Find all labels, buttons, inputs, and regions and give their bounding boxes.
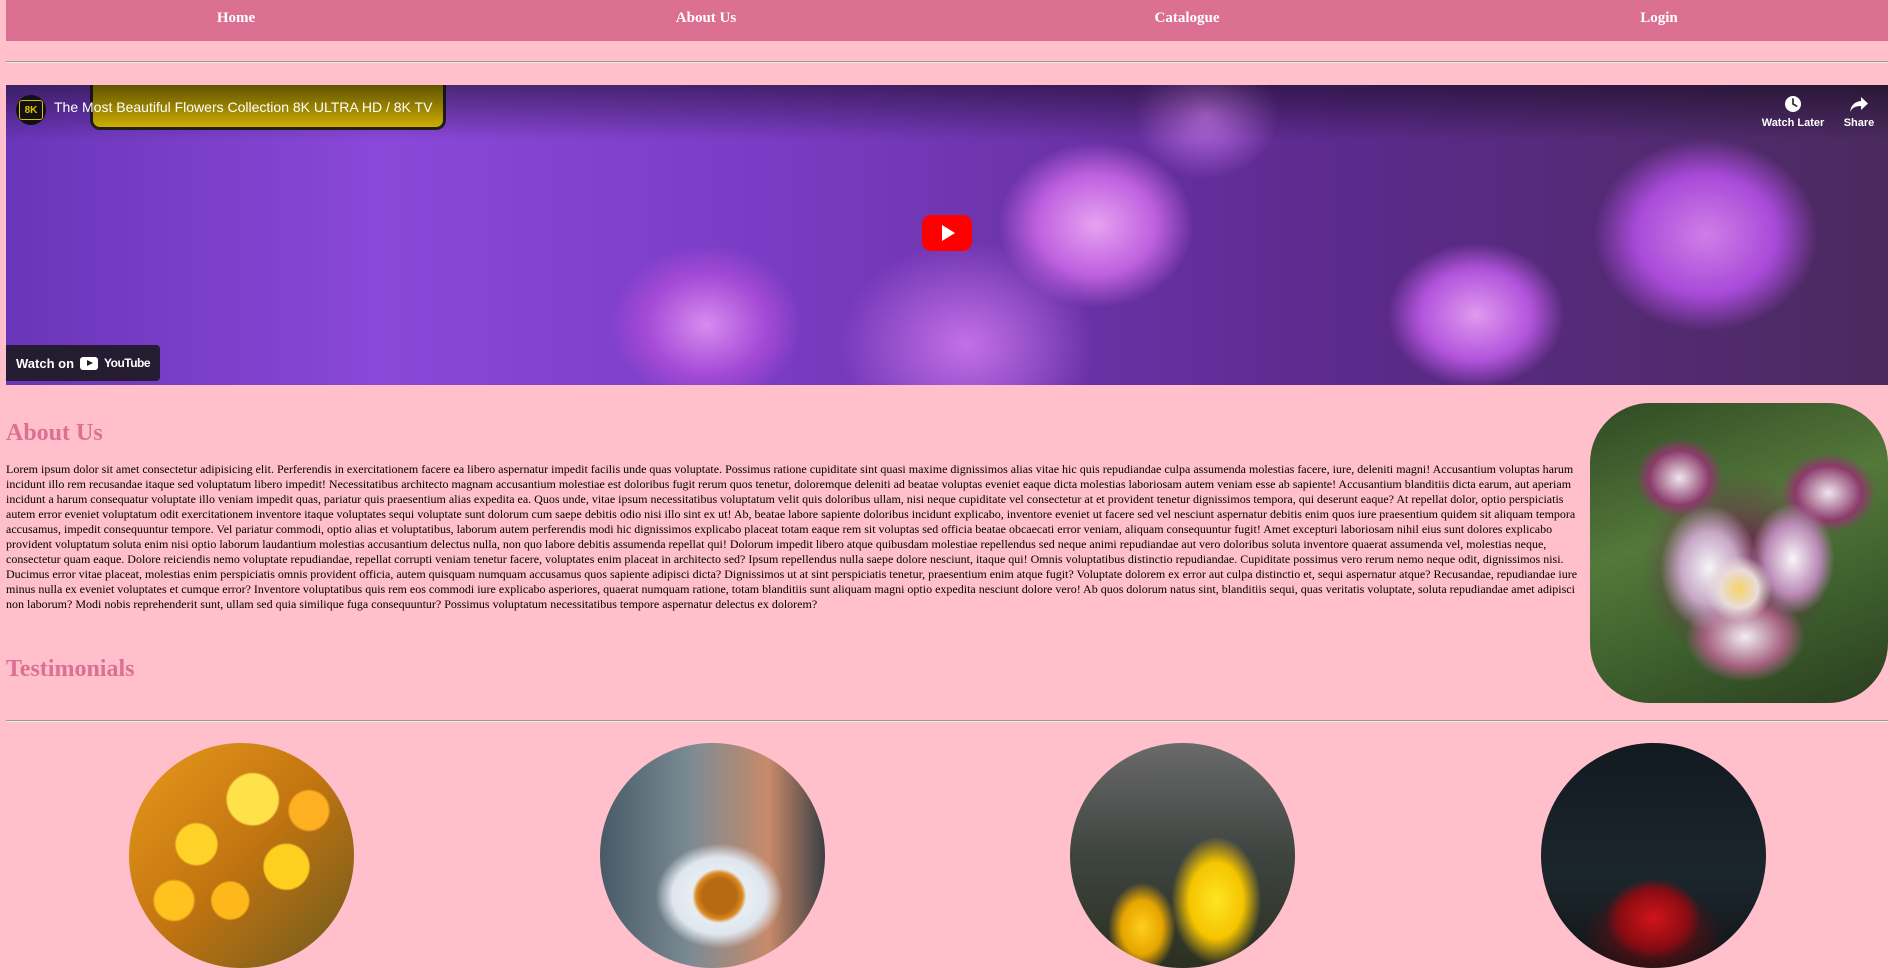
nav-login-link[interactable]: Login [1640,0,1678,37]
watch-later-label: Watch Later [1761,117,1825,129]
testimonial-image-yellow-daisy [1070,743,1295,968]
top-divider [6,61,1888,63]
testimonials-heading: Testimonials [6,656,135,682]
video-title[interactable]: The Most Beautiful Flowers Collection 8K… [54,99,432,115]
testimonials-divider [6,720,1888,722]
youtube-logo-icon [80,356,99,370]
lily-image [1590,403,1888,703]
testimonial-image-yellow-flowers [129,743,354,968]
youtube-label: YouTube [104,356,151,370]
nav-catalogue-link[interactable]: Catalogue [1155,0,1220,37]
top-navigation: Home About Us Catalogue Login [6,0,1888,41]
testimonial-image-daisy [600,743,825,968]
testimonial-image-red-rose [1541,743,1766,968]
watch-on-youtube-button[interactable]: Watch on YouTube [6,345,161,381]
video-embed[interactable]: 8K The Most Beautiful Flowers Collection… [6,85,1888,385]
about-paragraph: Lorem ipsum dolor sit amet consectetur a… [6,462,1578,611]
nav-home-link[interactable]: Home [217,0,255,37]
watch-later-button[interactable]: Watch Later [1758,95,1828,129]
nav-about-link[interactable]: About Us [676,0,736,37]
share-icon [1850,97,1868,112]
share-button[interactable]: Share [1824,95,1888,129]
watch-on-label: Watch on [16,355,75,371]
about-heading: About Us [6,420,103,446]
clock-icon [1785,96,1801,112]
channel-logo-text: 8K [19,100,43,120]
channel-logo-icon[interactable]: 8K [16,95,46,125]
play-button[interactable] [922,215,972,251]
share-label: Share [1843,117,1875,129]
